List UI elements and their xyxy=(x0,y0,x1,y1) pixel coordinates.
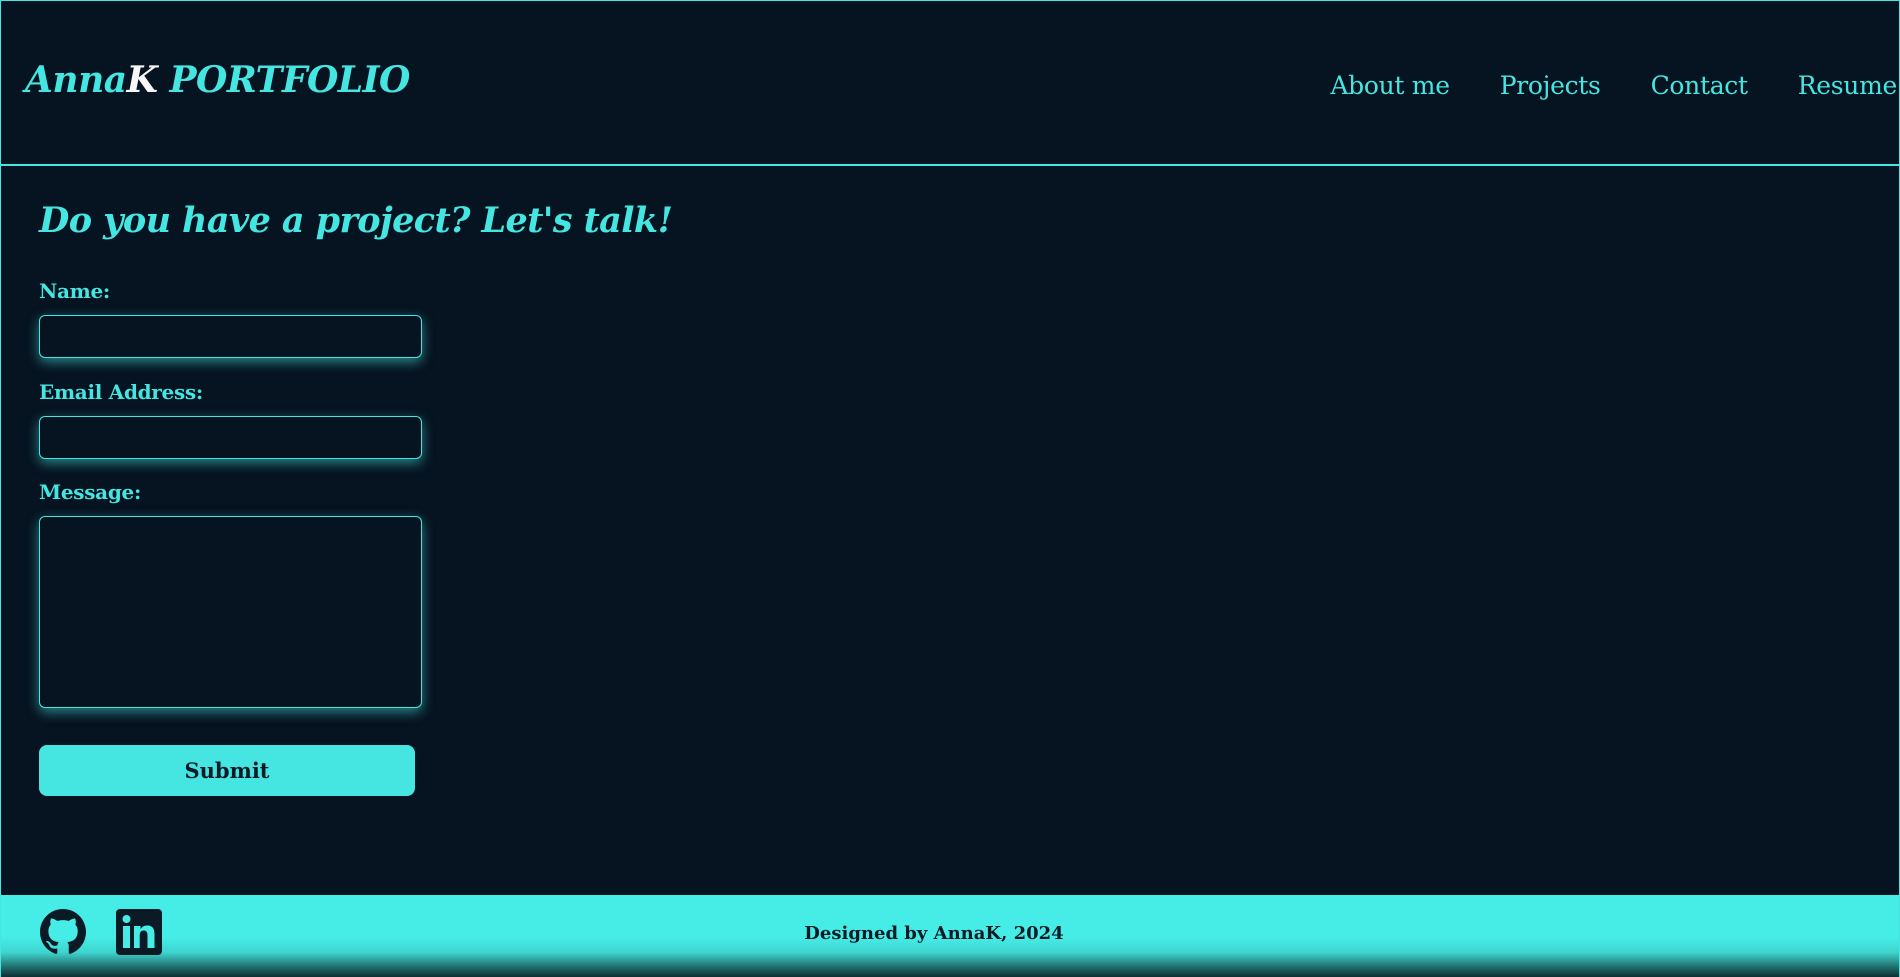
name-label: Name: xyxy=(39,279,111,303)
logo-accent: K xyxy=(126,59,158,101)
contact-heading: Do you have a project? Let's talk! xyxy=(39,200,673,241)
message-textarea[interactable] xyxy=(39,516,422,708)
site-header: AnnaK PORTFOLIO About me Projects Contac… xyxy=(1,0,1899,166)
nav-projects-link[interactable]: Projects xyxy=(1500,71,1601,100)
submit-button[interactable]: Submit xyxy=(39,745,415,796)
site-footer: Designed by AnnaK, 2024 xyxy=(1,895,1899,977)
footer-credit: Designed by AnnaK, 2024 xyxy=(804,923,1064,944)
nav-contact-link[interactable]: Contact xyxy=(1651,71,1748,100)
site-logo[interactable]: AnnaK PORTFOLIO xyxy=(25,59,410,101)
name-input[interactable] xyxy=(39,315,422,358)
nav-resume-link[interactable]: Resume xyxy=(1798,71,1898,100)
main-nav: About me Projects Contact Resume xyxy=(1330,71,1899,100)
nav-about-me-link[interactable]: About me xyxy=(1330,71,1450,100)
logo-name: Anna xyxy=(25,59,127,101)
logo-suffix: PORTFOLIO xyxy=(157,59,410,101)
message-label: Message: xyxy=(39,480,142,504)
email-input[interactable] xyxy=(39,416,422,459)
email-label: Email Address: xyxy=(39,380,203,404)
page: AnnaK PORTFOLIO About me Projects Contac… xyxy=(0,0,1900,977)
